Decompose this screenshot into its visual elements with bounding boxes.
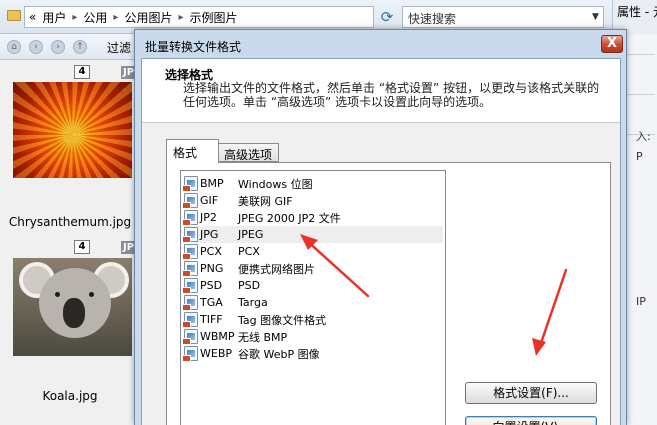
image-file-icon	[182, 329, 198, 345]
breadcrumb-item-sample-pictures[interactable]: 示例图片	[189, 9, 237, 26]
breadcrumb-item-users[interactable]: 用户	[42, 9, 66, 26]
image-file-icon	[182, 176, 198, 192]
list-item[interactable]: TIFF Tag 图像文件格式	[182, 311, 443, 328]
image-file-icon	[182, 295, 198, 311]
refresh-icon[interactable]: ⟳	[379, 9, 395, 25]
list-item[interactable]: PNG 便携式网络图片	[182, 260, 443, 277]
list-item[interactable]: PCX PCX	[182, 243, 443, 260]
list-item-selected[interactable]: JPG JPEG	[182, 226, 443, 243]
chevron-down-icon[interactable]: ▼	[588, 7, 603, 27]
list-item[interactable]: TGA Targa	[182, 294, 443, 311]
chrysanthemum-thumbnail[interactable]	[13, 82, 132, 178]
format-list[interactable]: BMP Windows 位图 GIF 美联网 GIF JP2 JPEG 2000…	[180, 170, 446, 425]
folder-icon	[7, 10, 21, 21]
advanced-settings-button[interactable]: 向置设置(V)...	[465, 416, 597, 425]
properties-label: P	[636, 150, 643, 163]
filter-button[interactable]: 过滤	[107, 39, 131, 56]
up-icon[interactable]: ↑	[73, 40, 87, 54]
image-file-icon	[182, 227, 198, 243]
breadcrumb-overflow[interactable]: «	[29, 10, 36, 24]
list-item[interactable]: WEBP 谷歌 WebP 图像	[182, 345, 443, 362]
breadcrumb-item-public[interactable]: 公用	[83, 9, 107, 26]
image-file-icon	[182, 278, 198, 294]
format-settings-button[interactable]: 格式设置(F)...	[465, 382, 597, 404]
rating-badge: 4	[74, 65, 90, 79]
chevron-right-icon: ▸	[178, 11, 184, 23]
image-file-icon	[182, 312, 198, 328]
dialog-title: 批量转换文件格式	[145, 40, 242, 54]
tab-format[interactable]: 格式	[166, 139, 219, 163]
chevron-right-icon: ▸	[72, 11, 78, 23]
close-button[interactable]: X	[601, 35, 623, 53]
image-file-icon	[182, 346, 198, 362]
list-item[interactable]: WBMP 无线 BMP	[182, 328, 443, 345]
image-file-icon	[182, 210, 198, 226]
rating-badge: 4	[74, 240, 90, 254]
thumbnail-pane: 4 JP Chrysanthemum.jpg 4 JP Koala.jpg	[0, 60, 140, 425]
dialog-body: 选择格式 选择输出文件的文件格式，然后单击 “格式设置” 按钮，以更改与该格式关…	[141, 58, 621, 425]
list-item[interactable]: JP2 JPEG 2000 JP2 文件	[182, 209, 443, 226]
thumbnail-name[interactable]: Koala.jpg	[0, 389, 140, 403]
list-item[interactable]: PSD PSD	[182, 277, 443, 294]
forward-icon[interactable]: ›	[51, 40, 65, 54]
search-input[interactable]: 快速搜索	[402, 6, 604, 28]
thumbnail-name[interactable]: Chrysanthemum.jpg	[0, 215, 140, 229]
home-icon[interactable]: ⌂	[7, 40, 21, 54]
explorer-toolbar: ⌂ ‹ › ↑ 过滤	[0, 34, 140, 60]
batch-convert-dialog: 批量转换文件格式 X 选择格式 选择输出文件的文件格式，然后单击 “格式设置” …	[134, 29, 627, 425]
list-item[interactable]: BMP Windows 位图	[182, 175, 443, 192]
koala-thumbnail[interactable]	[13, 258, 132, 356]
format-tab-panel: BMP Windows 位图 GIF 美联网 GIF JP2 JPEG 2000…	[166, 162, 611, 425]
image-file-icon	[182, 193, 198, 209]
chevron-right-icon: ▸	[113, 11, 119, 23]
image-file-icon	[182, 261, 198, 277]
properties-label: IP	[636, 295, 646, 308]
tab-advanced-options[interactable]: 高级选项	[219, 143, 279, 162]
back-icon[interactable]: ‹	[29, 40, 43, 54]
breadcrumb[interactable]: « 用户 ▸ 公用 ▸ 公用图片 ▸ 示例图片	[24, 6, 374, 28]
wizard-header: 选择格式 选择输出文件的文件格式，然后单击 “格式设置” 按钮，以更改与该格式关…	[142, 59, 620, 123]
header-description: 选择输出文件的文件格式，然后单击 “格式设置” 按钮，以更改与该格式关联的任何选…	[183, 81, 600, 109]
list-item[interactable]: GIF 美联网 GIF	[182, 192, 443, 209]
breadcrumb-item-public-pictures[interactable]: 公用图片	[124, 9, 172, 26]
image-file-icon	[182, 244, 198, 260]
properties-label: 入:	[636, 130, 651, 143]
